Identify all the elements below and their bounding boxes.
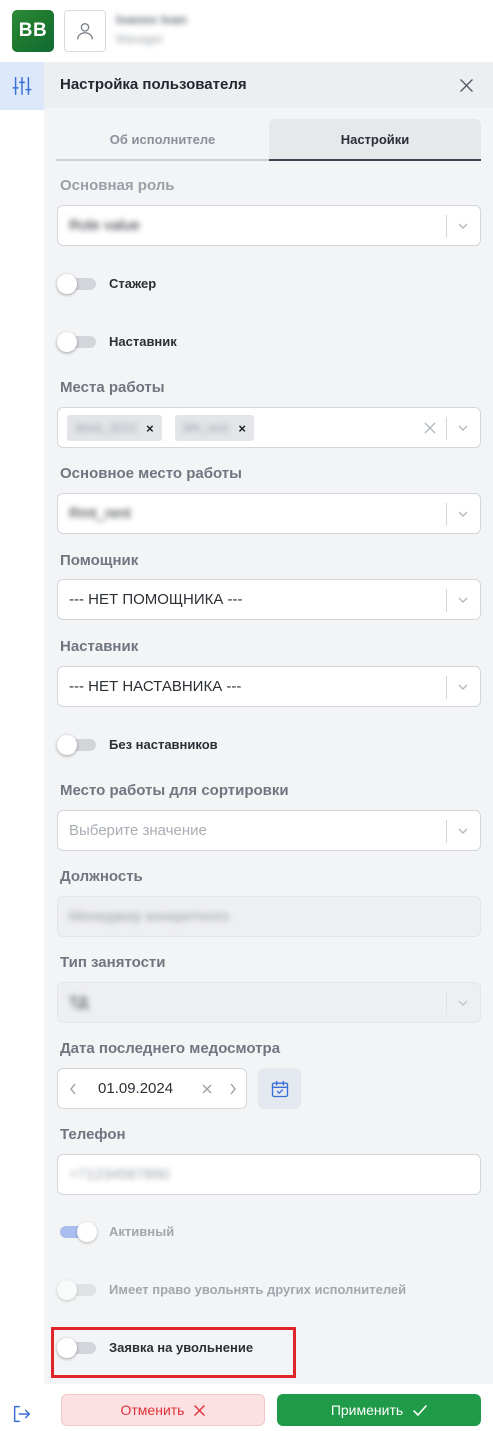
chevron-down-icon <box>458 425 468 431</box>
cancel-label: Отменить <box>120 1402 185 1418</box>
workplace-chip-label: Work_2010 <box>75 421 137 435</box>
remove-chip-icon[interactable]: × <box>238 421 246 436</box>
top-bar: BB Ivanov Ivan Manager <box>0 0 493 62</box>
user-name: Ivanov Ivan <box>116 12 187 27</box>
medical-date-picker[interactable]: 01.09.2024 <box>57 1068 247 1109</box>
apply-button[interactable]: Применить <box>277 1394 481 1426</box>
no-mentors-label: Без наставников <box>109 737 218 752</box>
position-label: Должность <box>60 868 143 885</box>
chevron-down-icon <box>458 597 468 603</box>
active-label: Активный <box>109 1224 175 1239</box>
user-subtitle: Manager <box>116 32 164 46</box>
chevron-left-icon <box>70 1083 76 1095</box>
tabs: Об исполнителе Настройки <box>56 119 481 161</box>
workplace-chip-label: Wh_rent <box>183 421 229 435</box>
main-workplace-value: Rmt_rent <box>69 505 131 522</box>
workplaces-multiselect[interactable]: Work_2010 × Wh_rent × <box>57 407 481 448</box>
mentor-toggle[interactable] <box>57 332 97 352</box>
phone-label: Телефон <box>60 1126 126 1143</box>
workplace-chip: Wh_rent × <box>175 415 254 441</box>
settings-tool-button[interactable] <box>0 62 44 110</box>
trainee-toggle[interactable] <box>57 274 97 294</box>
phone-field[interactable]: +71234567890 <box>57 1154 481 1195</box>
apply-label: Применить <box>330 1402 404 1418</box>
remove-chip-icon[interactable]: × <box>146 421 154 436</box>
mentor-select[interactable]: --- НЕТ НАСТАВНИКА --- <box>57 666 481 707</box>
main-role-select[interactable]: Role value <box>57 205 481 246</box>
left-rail <box>0 62 44 1431</box>
main-role-value: Role value <box>69 217 140 234</box>
clear-date-button[interactable] <box>200 1081 214 1097</box>
user-settings-panel: Настройка пользователя Об исполнителе На… <box>44 62 493 1431</box>
assistant-select[interactable]: --- НЕТ ПОМОЩНИКА --- <box>57 579 481 620</box>
mentor-toggle-label: Наставник <box>109 334 177 349</box>
next-date-button[interactable] <box>226 1081 240 1097</box>
calendar-button[interactable] <box>258 1068 301 1109</box>
select-divider <box>446 676 447 699</box>
resignation-request-label: Заявка на увольнение <box>109 1340 254 1355</box>
panel-title: Настройка пользователя <box>60 76 247 93</box>
sort-workplace-label: Место работы для сортировки <box>60 782 289 799</box>
panel-header: Настройка пользователя <box>44 62 493 108</box>
user-icon <box>76 22 94 40</box>
resignation-request-toggle[interactable] <box>57 1338 97 1358</box>
select-divider <box>446 215 447 238</box>
main-role-label: Основная роль <box>60 177 175 194</box>
avatar[interactable] <box>64 10 106 52</box>
close-icon <box>194 1404 206 1416</box>
calendar-icon <box>271 1080 288 1097</box>
mentor-value: --- НЕТ НАСТАВНИКА --- <box>69 678 242 695</box>
check-icon <box>413 1404 427 1416</box>
main-workplace-label: Основное место работы <box>60 465 242 482</box>
chevron-down-icon <box>458 684 468 690</box>
select-divider <box>446 820 447 843</box>
position-field: Менеджер конкретного <box>57 896 481 937</box>
panel-footer: Отменить Применить <box>44 1384 493 1431</box>
tab-settings[interactable]: Настройки <box>269 119 481 161</box>
prev-date-button[interactable] <box>66 1081 80 1097</box>
workplaces-label: Места работы <box>60 379 165 396</box>
clear-icon[interactable] <box>424 422 436 434</box>
chevron-down-icon <box>458 511 468 517</box>
mentor-label: Наставник <box>60 638 139 655</box>
select-divider <box>446 589 447 612</box>
medical-date-label: Дата последнего медосмотра <box>60 1040 281 1057</box>
app-logo[interactable]: BB <box>12 10 54 52</box>
logout-icon <box>13 1405 31 1423</box>
can-dismiss-toggle <box>57 1280 97 1300</box>
main-workplace-select[interactable]: Rmt_rent <box>57 493 481 534</box>
chevron-down-icon <box>458 223 468 229</box>
select-divider <box>446 503 447 526</box>
tab-about-performer[interactable]: Об исполнителе <box>56 119 269 161</box>
active-toggle <box>57 1222 97 1242</box>
sort-workplace-placeholder: Выберите значение <box>69 822 207 839</box>
sliders-icon <box>12 77 32 95</box>
employment-type-value: ТД <box>69 994 88 1011</box>
assistant-label: Помощник <box>60 552 139 569</box>
chevron-down-icon <box>458 828 468 834</box>
sort-workplace-select[interactable]: Выберите значение <box>57 810 481 851</box>
medical-date-value[interactable]: 01.09.2024 <box>98 1080 173 1097</box>
select-divider <box>446 417 447 440</box>
close-button[interactable] <box>456 75 476 95</box>
employment-type-label: Тип занятости <box>60 954 166 971</box>
trainee-label: Стажер <box>109 276 157 291</box>
employment-type-select: ТД <box>57 982 481 1023</box>
position-value: Менеджер конкретного <box>69 908 230 925</box>
workplace-chip: Work_2010 × <box>67 415 162 441</box>
assistant-value: --- НЕТ ПОМОЩНИКА --- <box>69 591 243 608</box>
no-mentors-toggle[interactable] <box>57 735 97 755</box>
phone-value: +71234567890 <box>69 1166 170 1183</box>
chevron-down-icon <box>458 1000 468 1006</box>
logout-button[interactable] <box>10 1402 34 1426</box>
clear-icon <box>202 1084 212 1094</box>
select-divider <box>446 992 447 1015</box>
close-icon <box>459 78 473 92</box>
can-dismiss-label: Имеет право увольнять других исполнителе… <box>109 1282 407 1297</box>
chevron-right-icon <box>230 1083 236 1095</box>
cancel-button[interactable]: Отменить <box>61 1394 265 1426</box>
